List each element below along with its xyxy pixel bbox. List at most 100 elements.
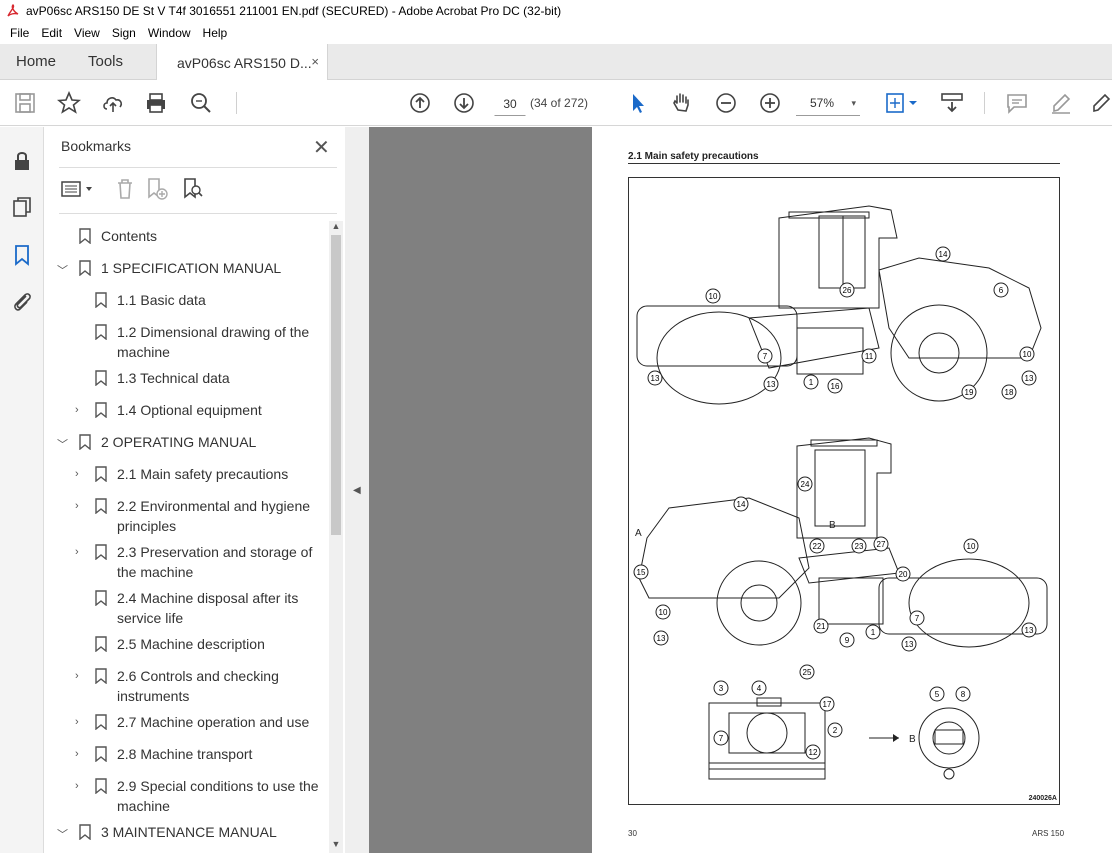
chevron-icon [57,230,69,242]
callout-label: 13 [1021,370,1037,386]
tab-tools[interactable]: Tools [88,44,123,80]
print-icon[interactable] [144,91,168,115]
bookmarks-scrollbar[interactable]: ▲ ▼ [329,221,343,853]
chevron-right-icon[interactable]: › [75,500,87,512]
bookmark-flag-icon [95,636,107,652]
svg-text:22: 22 [813,542,822,551]
chevron-icon [75,326,87,338]
menu-view[interactable]: View [68,26,106,40]
menu-bar: File Edit View Sign Window Help [0,22,1112,44]
chevron-down-icon[interactable]: ﹀ [57,826,69,841]
callout-label: 11 [861,348,877,364]
bookmark-list: Contents ﹀ 1 SPECIFICATION MANUAL 1.1 Ba… [45,221,331,853]
chevron-right-icon[interactable]: › [75,468,87,480]
chevron-icon [75,372,87,384]
bookmark-flag-icon [95,292,107,308]
bookmark-label: 2.4 Machine disposal after its service l… [117,590,299,626]
svg-text:15: 15 [637,568,646,577]
callout-label: 13 [653,630,669,646]
document-viewer[interactable]: ◀ 2.1 Main safety precautions B A B 10 1… [345,127,1112,853]
callout-label: 17 [819,696,835,712]
scroll-up-icon[interactable]: ▲ [329,221,343,235]
find-icon[interactable] [189,91,213,115]
bookmark-flag-icon [95,466,107,482]
bookmark-options-icon[interactable] [61,177,95,201]
callout-label: 5 [929,686,945,702]
bookmark-icon[interactable] [10,243,34,267]
bookmark-label: 1.3 Technical data [117,370,230,386]
comment-icon[interactable] [1005,91,1029,115]
svg-text:17: 17 [823,700,832,709]
bookmark-label: 2.6 Controls and checking instruments [117,668,279,704]
callout-label: 7 [909,610,925,626]
callout-label: 3 [713,680,729,696]
page-down-icon[interactable] [452,91,476,115]
callout-label: 15 [633,564,649,580]
callout-label: 19 [961,384,977,400]
lock-icon[interactable] [10,149,34,173]
chevron-right-icon[interactable]: › [75,546,87,558]
page-number-input[interactable]: 30 [494,90,526,116]
highlight-icon[interactable] [1049,91,1073,115]
zoom-in-icon[interactable] [758,91,782,115]
scrollbar-thumb[interactable] [331,235,341,535]
zoom-select[interactable]: 57% ▾ [796,90,860,116]
menu-edit[interactable]: Edit [35,26,68,40]
find-bookmark-icon[interactable] [181,177,205,201]
menu-help[interactable]: Help [197,26,234,40]
save-icon[interactable] [13,91,37,115]
scroll-mode-icon[interactable] [940,91,964,115]
chevron-icon [75,294,87,306]
pages-icon[interactable] [10,195,34,219]
bookmark-label: 2.1 Main safety precautions [117,466,289,482]
scroll-down-icon[interactable]: ▼ [329,839,343,853]
tab-home[interactable]: Home [16,44,56,80]
bookmark-label: 2.5 Machine description [117,636,265,652]
chevron-right-icon[interactable]: › [75,716,87,728]
svg-text:B: B [909,734,916,745]
attachment-icon[interactable] [10,289,34,313]
callout-label: 26 [839,282,855,298]
left-icon-rail [0,127,44,853]
chevron-right-icon[interactable]: › [75,748,87,760]
hand-icon[interactable] [670,91,694,115]
callout-label: 13 [901,636,917,652]
sign-icon[interactable] [1090,91,1112,115]
callout-label: 24 [797,476,813,492]
chevron-right-icon[interactable]: › [75,404,87,416]
bookmark-flag-icon [95,544,107,560]
menu-window[interactable]: Window [142,26,197,40]
callout-label: 6 [993,282,1009,298]
chevron-right-icon[interactable]: › [75,780,87,792]
zoom-out-icon[interactable] [714,91,738,115]
tab-document[interactable]: avP06sc ARS150 D... × [156,44,328,81]
bookmark-label: 3 MAINTENANCE MANUAL [101,824,277,840]
close-icon[interactable]: × [311,54,319,69]
fit-page-icon[interactable] [884,91,920,115]
select-cursor-icon[interactable] [626,91,650,115]
bookmark-label: Contents [101,228,158,244]
menu-file[interactable]: File [4,26,35,40]
collapse-panel-button[interactable]: ◀ [345,127,369,853]
svg-text:9: 9 [845,636,850,645]
chevron-down-icon[interactable]: ﹀ [57,262,69,277]
bookmark-label: 2.2 Environmental and hygiene principles [117,498,311,534]
star-icon[interactable] [56,90,82,115]
bookmark-flag-icon [95,402,107,418]
chevron-down-icon[interactable]: ﹀ [57,436,69,451]
divider [59,213,337,214]
svg-text:12: 12 [809,748,818,757]
close-icon[interactable]: ✕ [313,135,330,160]
callout-label: 10 [705,288,721,304]
menu-sign[interactable]: Sign [106,26,142,40]
callout-label: 7 [713,730,729,746]
window-title: avP06sc ARS150 DE St V T4f 3016551 21100… [26,4,562,18]
toolbar-separator [236,92,237,114]
chevron-right-icon[interactable]: › [75,670,87,682]
new-bookmark-icon[interactable] [145,177,169,201]
upload-icon[interactable] [101,91,125,115]
delete-icon[interactable] [113,177,137,201]
page-up-icon[interactable] [408,91,432,115]
callout-label: 21 [813,618,829,634]
tab-document-label: avP06sc ARS150 D... [177,54,312,71]
